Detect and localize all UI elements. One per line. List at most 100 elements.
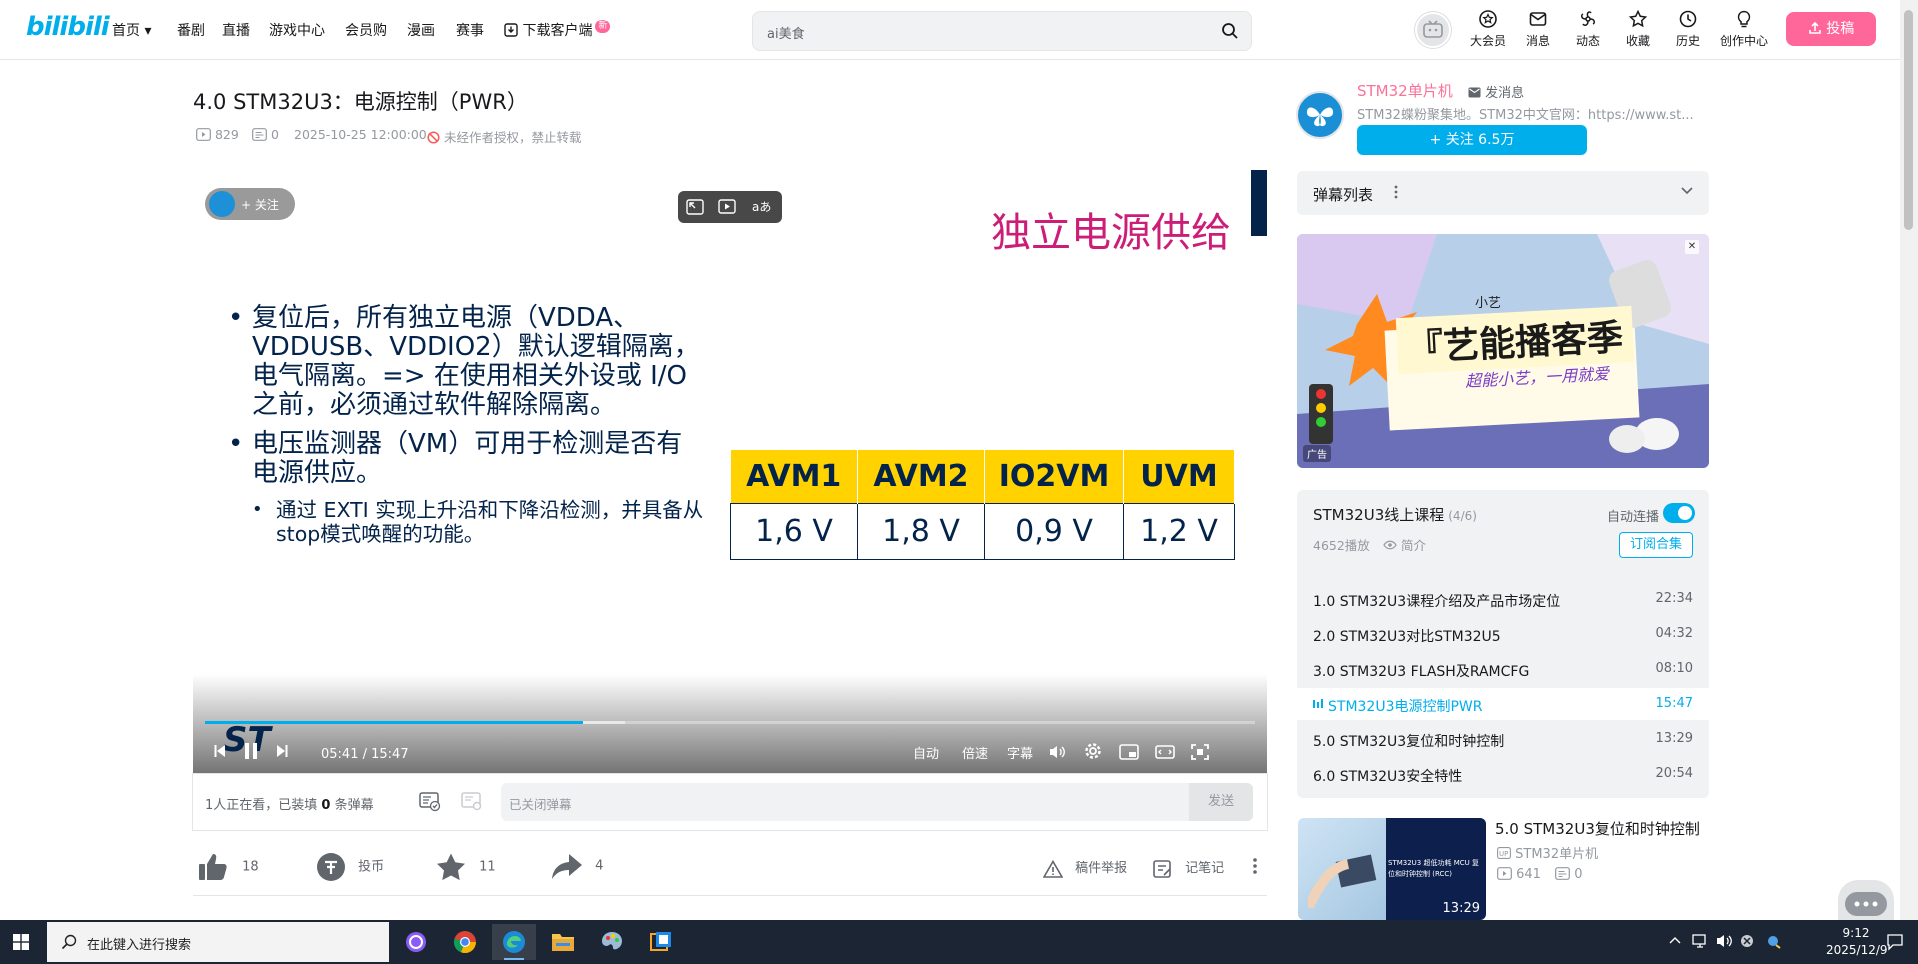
nav-bangumi[interactable]: 番剧 [177, 20, 205, 40]
windows-taskbar: 在此键入进行搜索 9:12 2025/12/9 [0, 920, 1918, 964]
next-icon[interactable] [275, 744, 289, 758]
table-cell: 1,8 V [857, 502, 985, 560]
play-window-icon[interactable] [718, 199, 738, 215]
more-options-icon[interactable] [1252, 857, 1258, 875]
slide-bullet-1: 复位后，所有独立电源（VDDA、VDDUSB、VDDIO2）默认逻辑隔离，电气隔… [228, 304, 708, 420]
ad-close-button[interactable]: ✕ [1685, 240, 1699, 254]
share-button[interactable]: 4 [551, 852, 603, 880]
fullscreen-icon[interactable] [1191, 744, 1209, 760]
danmaku-input[interactable]: 已关闭弹幕 发送 [501, 783, 1253, 821]
more-options-icon[interactable] [1394, 185, 1398, 199]
subscribe-collection-button[interactable]: 订阅合集 [1619, 532, 1693, 558]
playlist-item-active[interactable]: STM32U3电源控制PWR 15:47 [1297, 688, 1709, 720]
customer-service-button[interactable] [1838, 880, 1894, 920]
playlist-item[interactable]: 3.0 STM32U3 FLASH及RAMCFG 08:10 [1297, 653, 1709, 685]
nav-manga[interactable]: 漫画 [407, 20, 435, 40]
mini-window-icon[interactable] [686, 199, 704, 215]
table-header: IO2VM [984, 450, 1124, 503]
recommend-title[interactable]: 5.0 STM32U3复位和时钟控制 [1495, 818, 1700, 839]
widescreen-icon[interactable] [1155, 744, 1175, 760]
taskbar-app-chrome[interactable] [443, 924, 487, 960]
notification-icon[interactable] [1886, 933, 1904, 951]
uploader-description: STM32蝶粉聚集地。STM32中文官网：https://www.st... [1357, 108, 1694, 123]
speed-button[interactable]: 倍速 [962, 743, 988, 762]
favorite-button[interactable]: 收藏 [1616, 9, 1660, 49]
note-button[interactable]: 记笔记 [1153, 857, 1224, 878]
translate-icon[interactable]: aあ [752, 199, 772, 215]
taskbar-app-edge[interactable] [492, 924, 536, 960]
recommend-uploader[interactable]: UP STM32单片机 [1497, 843, 1598, 862]
nav-mall[interactable]: 会员购 [345, 20, 387, 40]
history-button[interactable]: 历史 [1666, 9, 1710, 49]
chat-icon [1845, 892, 1887, 916]
message-button[interactable]: 消息 [1516, 9, 1560, 49]
follow-button[interactable]: + 关注 6.5万 [1357, 125, 1587, 155]
upload-button[interactable]: 投稿 [1786, 12, 1876, 46]
tray-expand-icon[interactable] [1669, 936, 1681, 944]
taskbar-app-paint[interactable] [590, 924, 634, 960]
report-button[interactable]: 稿件举报 [1042, 857, 1127, 878]
playlist-plays: 4652播放 [1313, 538, 1370, 553]
table-cell: 1,6 V [730, 502, 858, 560]
settings-icon[interactable] [1084, 742, 1102, 760]
playlist-item[interactable]: 1.0 STM32U3课程介绍及产品市场定位 22:34 [1297, 583, 1709, 615]
playlist-item[interactable]: 6.0 STM32U3安全特性 20:54 [1297, 758, 1709, 790]
dynamic-button[interactable]: 动态 [1566, 9, 1610, 49]
like-button[interactable]: 18 [198, 852, 259, 882]
network-icon[interactable] [1692, 933, 1710, 949]
cortana-icon [406, 932, 426, 952]
bilibili-logo[interactable]: bilibili [26, 12, 110, 42]
nav-live[interactable]: 直播 [222, 20, 250, 40]
creator-center-button[interactable]: 创作中心 [1718, 9, 1770, 49]
chevron-down-icon[interactable] [1681, 187, 1693, 195]
danmaku-toggle-icon[interactable] [419, 792, 441, 812]
tray-status-icon[interactable] [1740, 934, 1754, 948]
autoplay-toggle[interactable] [1663, 503, 1695, 523]
taskbar-clock[interactable]: 9:12 2025/12/9 [1826, 925, 1888, 959]
taskbar-app-cortana[interactable] [394, 924, 438, 960]
playlist-item[interactable]: 5.0 STM32U3复位和时钟控制 13:29 [1297, 723, 1709, 755]
search-icon[interactable] [1221, 22, 1239, 40]
vip-button[interactable]: 大会员 [1466, 9, 1510, 49]
player-follow-button[interactable]: + 关注 [205, 188, 295, 220]
nav-esports[interactable]: 赛事 [456, 20, 484, 40]
danmaku-send-button[interactable]: 发送 [1189, 783, 1253, 821]
playlist-item[interactable]: 2.0 STM32U3对比STM32U5 04:32 [1297, 618, 1709, 650]
quality-button[interactable]: 自动 [913, 743, 939, 762]
nav-home[interactable]: 首页 ▾ [112, 20, 151, 40]
scrollbar-thumb[interactable] [1904, 10, 1913, 230]
progress-bar[interactable] [205, 721, 1255, 724]
search-input[interactable]: ai美食 [767, 23, 805, 42]
speaker-icon[interactable] [1716, 933, 1734, 949]
search-box[interactable]: ai美食 [752, 11, 1252, 51]
subtitle-button[interactable]: 字幕 [1007, 743, 1033, 762]
favorite-video-button[interactable]: 11 [435, 852, 496, 882]
windows-start-icon[interactable] [13, 934, 29, 950]
slide-bullets: 复位后，所有独立电源（VDDA、VDDUSB、VDDIO2）默认逻辑隔离，电气隔… [228, 304, 708, 547]
user-avatar[interactable] [1415, 12, 1451, 48]
taskbar-app-tool[interactable] [639, 924, 683, 960]
pause-icon[interactable] [243, 742, 259, 760]
pip-icon[interactable] [1119, 744, 1139, 760]
danmaku-list-panel[interactable]: 弹幕列表 [1297, 171, 1709, 215]
danmaku-list-title: 弹幕列表 [1313, 186, 1374, 204]
volume-icon[interactable] [1048, 744, 1066, 760]
taskbar-search[interactable]: 在此键入进行搜索 [47, 922, 389, 962]
ime-icon[interactable] [1766, 933, 1782, 949]
danmaku-settings-icon[interactable] [461, 792, 483, 812]
playlist-intro-button[interactable]: 简介 [1383, 535, 1426, 554]
taskbar-app-file-explorer[interactable] [541, 924, 585, 960]
nav-download-client[interactable]: 下载客户端新 [504, 20, 611, 40]
content-divider [193, 895, 1267, 896]
uploader-avatar[interactable] [1296, 91, 1344, 139]
send-message-button[interactable]: 发消息 [1468, 82, 1524, 101]
share-icon [552, 854, 582, 879]
warning-icon [1042, 859, 1064, 878]
ad-banner[interactable]: 小艺 『艺能播客季 超能小艺，一用就爱 广告 ✕ [1297, 234, 1709, 468]
nav-game-center[interactable]: 游戏中心 [269, 20, 325, 40]
prev-icon[interactable] [213, 744, 227, 758]
uploader-name[interactable]: STM32单片机 [1357, 80, 1453, 101]
recommend-thumbnail[interactable]: STM32U3 超低功耗 MCU 复位和时钟控制 (RCC) 13:29 [1298, 818, 1486, 920]
coin-button[interactable]: 投币 [316, 852, 384, 882]
video-player[interactable]: 独立电源供给 复位后，所有独立电源（VDDA、VDDUSB、VDDIO2）默认逻… [193, 170, 1267, 774]
